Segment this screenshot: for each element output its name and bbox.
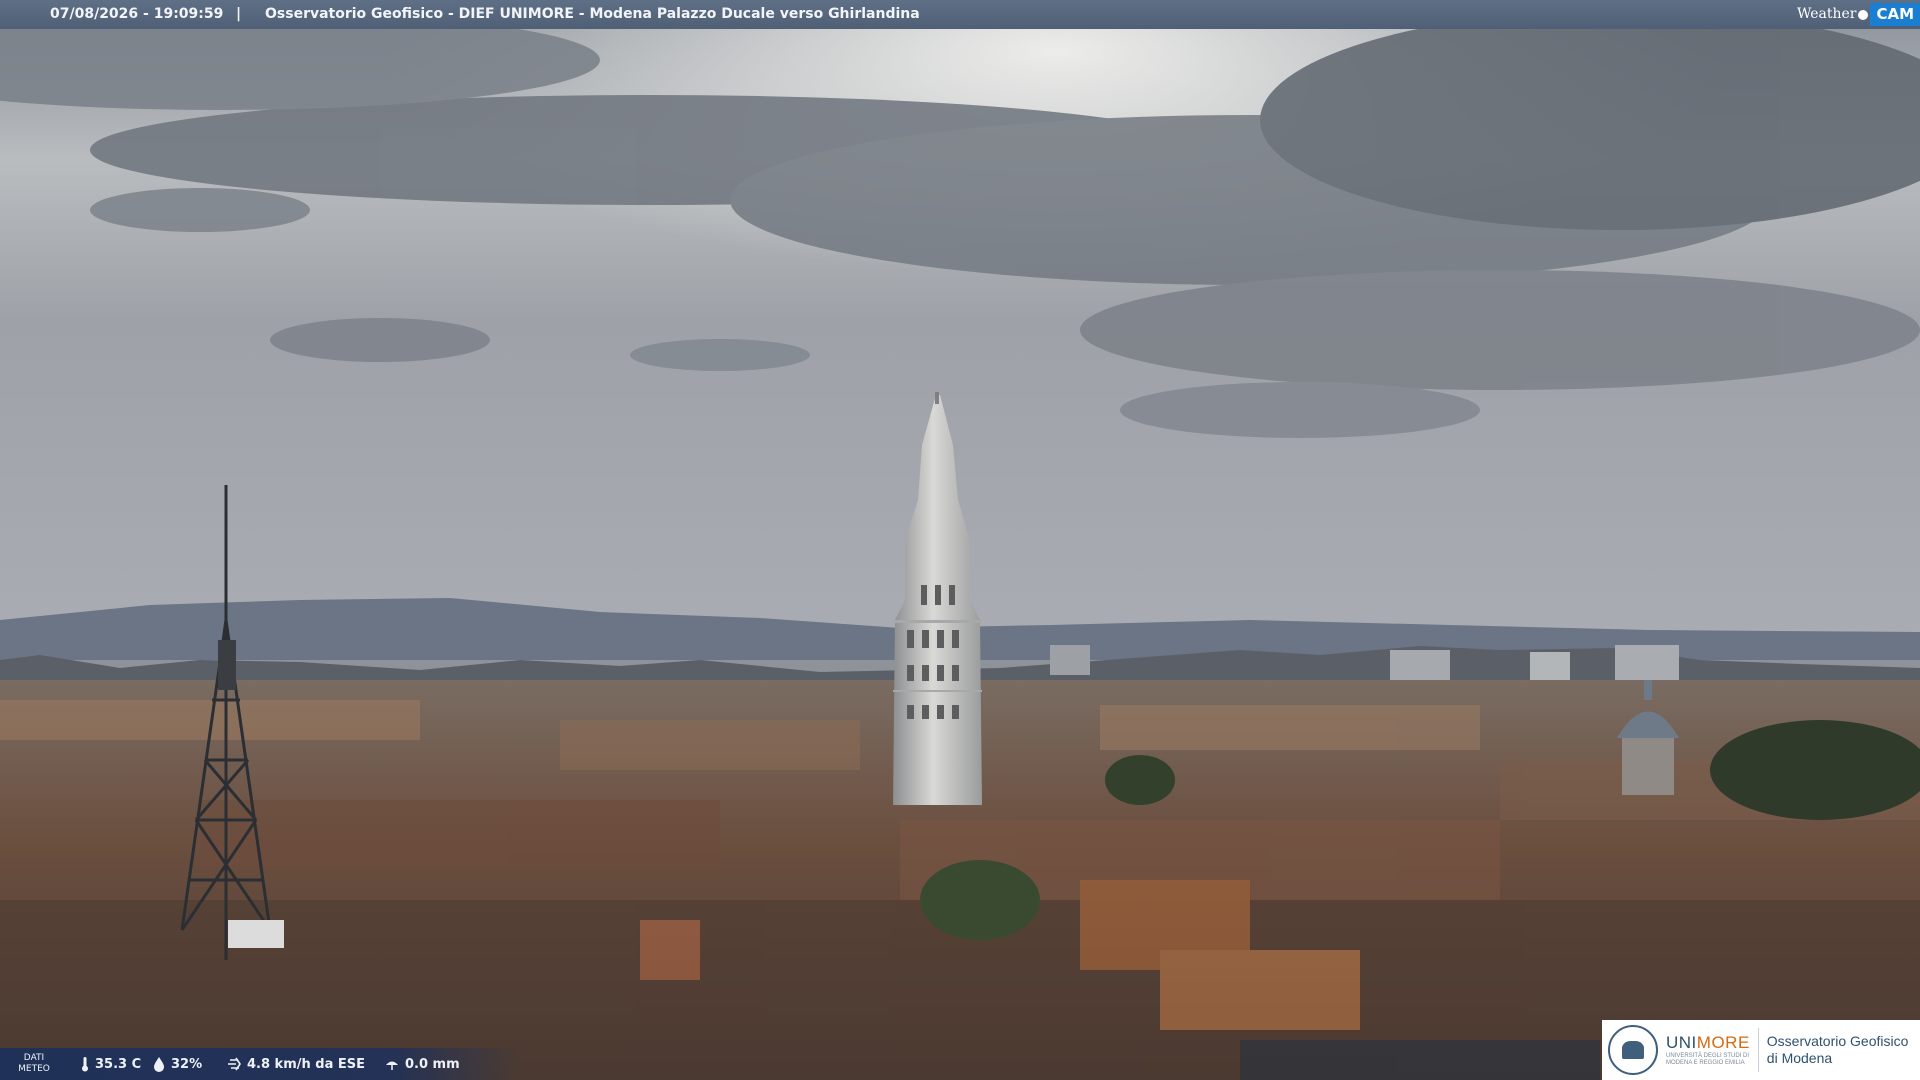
logo-dot-icon xyxy=(1858,9,1869,20)
unimore-branding: UNIMORE UNIVERSITÀ DEGLI STUDI DI MODENA… xyxy=(1602,1020,1920,1080)
weather-data-label: DATI METEO xyxy=(18,1053,50,1074)
webcam-photo xyxy=(0,0,1920,1080)
separator: | xyxy=(236,6,242,22)
temperature-reading: 35.3 C xyxy=(80,1056,141,1072)
weathercam-logo: Weather CAM xyxy=(1797,0,1920,29)
trees xyxy=(1710,720,1920,820)
observatory-name: Osservatorio Geofisico di Modena xyxy=(1766,1033,1909,1066)
wind-value: 4.8 km/h da ESE xyxy=(247,1056,366,1072)
thermometer-icon xyxy=(82,1057,88,1072)
humidity-value: 32% xyxy=(171,1056,203,1072)
location-title: Osservatorio Geofisico - DIEF UNIMORE - … xyxy=(265,6,920,22)
logo-weather-text: Weather xyxy=(1796,6,1857,22)
datetime: 07/08/2026 - 19:09:59 xyxy=(50,6,224,22)
weather-data-strip: DATI METEO 35.3 C 32% 4.8 km/h da ESE 0.… xyxy=(0,1048,520,1080)
logo-cam-text: CAM xyxy=(1870,3,1920,26)
branding-divider xyxy=(1757,1028,1759,1072)
wind-icon xyxy=(228,1057,241,1071)
unimore-seal-icon xyxy=(1608,1025,1658,1075)
humidity-reading: 32% xyxy=(152,1056,202,1072)
rain-icon xyxy=(386,1061,398,1070)
rain-value: 0.0 mm xyxy=(405,1056,460,1072)
humidity-drop-icon xyxy=(154,1057,164,1072)
temperature-value: 35.3 C xyxy=(95,1056,142,1072)
rain-reading: 0.0 mm xyxy=(384,1056,460,1072)
wind-reading: 4.8 km/h da ESE xyxy=(226,1056,365,1072)
unimore-logo-text: UNIMORE UNIVERSITÀ DEGLI STUDI DI MODENA… xyxy=(1666,1033,1750,1066)
webcam-info-bar: 07/08/2026 - 19:09:59 | Osservatorio Geo… xyxy=(0,0,1920,29)
